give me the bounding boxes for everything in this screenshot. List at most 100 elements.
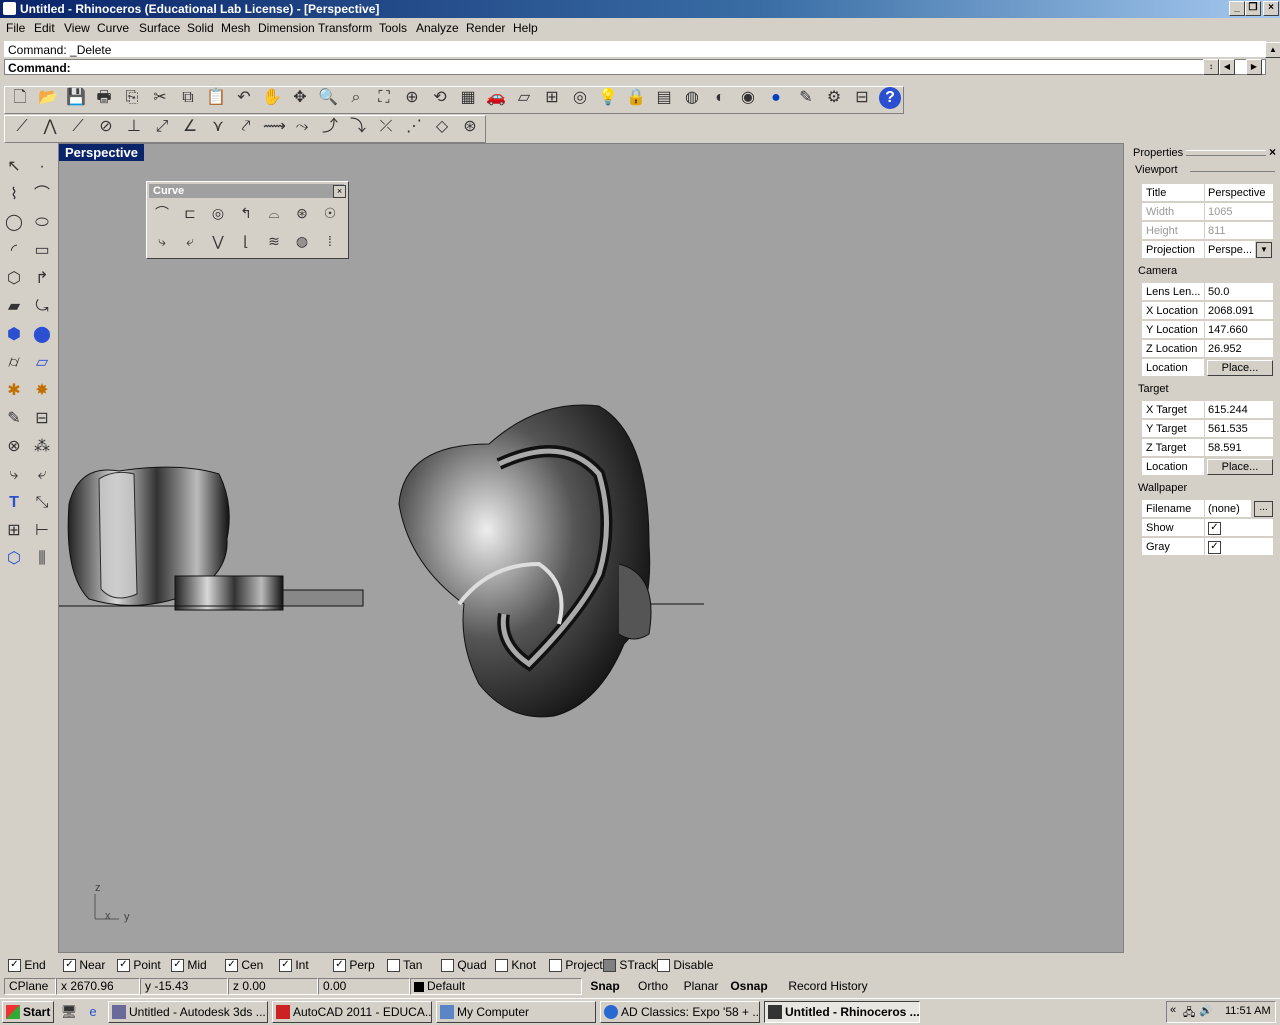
start-button[interactable]: Start	[2, 1001, 54, 1023]
osnap-cen[interactable]: ✓ Cen	[225, 958, 263, 973]
line-cross-icon[interactable]: ⤫	[375, 116, 397, 138]
task-browser[interactable]: AD Classics: Expo '58 + ...	[600, 1001, 760, 1023]
minimize-button[interactable]: _	[1229, 1, 1245, 16]
color-wheel-icon[interactable]: ◍	[681, 87, 703, 109]
prop-xloc-field[interactable]: 2068.091	[1205, 302, 1273, 320]
curve-palette-title[interactable]: Curve	[149, 184, 344, 198]
curve-v-icon[interactable]: ⋁	[207, 230, 229, 252]
plane-mesh-icon[interactable]: ▱	[31, 352, 53, 374]
car-icon[interactable]: 🚗	[485, 87, 507, 109]
line-fit-icon[interactable]: ◇	[431, 116, 453, 138]
extend-line-icon[interactable]: ⟿	[263, 116, 286, 138]
edit-points-icon[interactable]: ⤶	[31, 464, 53, 486]
circle-tangent-icon[interactable]: ⊘	[95, 116, 117, 138]
render-sphere-icon[interactable]: ●	[765, 87, 787, 109]
menu-solid[interactable]: Solid	[187, 21, 214, 35]
left-model[interactable]	[59, 466, 364, 611]
text-tool-icon[interactable]: T	[3, 492, 25, 514]
spin-icon[interactable]: ↕	[1203, 59, 1219, 75]
bisector-icon[interactable]: ⋎	[207, 116, 229, 138]
cylinder-mesh-icon[interactable]: ⌭	[3, 352, 25, 374]
curve-conic-icon[interactable]: ⁞	[319, 230, 341, 252]
ellipse-tool-icon[interactable]: ⬭	[31, 212, 53, 234]
close-panel-icon[interactable]: ×	[1269, 145, 1276, 159]
osnap-point[interactable]: ✓ Point	[117, 958, 161, 973]
menu-surface[interactable]: Surface	[139, 21, 180, 35]
light-bulb-icon[interactable]: 💡	[597, 87, 619, 109]
snap-toggle[interactable]: Snap	[584, 978, 626, 995]
cut-icon[interactable]: ✂	[149, 87, 171, 109]
point-icon[interactable]: ·	[31, 156, 53, 178]
import-icon[interactable]: ⎘	[121, 87, 143, 109]
polygon-tool-icon[interactable]: ⬡	[3, 268, 25, 290]
menu-edit[interactable]: Edit	[34, 21, 55, 35]
layers-icon[interactable]: ▤	[653, 87, 675, 109]
history-next-icon[interactable]: ▶	[1246, 59, 1262, 75]
prop-filename-field[interactable]: (none)	[1205, 500, 1251, 518]
open-icon[interactable]: 📂	[37, 87, 59, 109]
trim-icon[interactable]: ✎	[3, 408, 25, 430]
toolbar-layout-icon[interactable]: ⊟	[851, 87, 873, 109]
volume-icon[interactable]: 🔊	[1199, 1004, 1213, 1017]
show-desktop-icon[interactable]: 🖥	[58, 1001, 80, 1023]
menu-analyze[interactable]: Analyze	[416, 21, 459, 35]
dropdown-arrow-icon[interactable]: ▼	[1256, 242, 1272, 258]
curve-sketch-icon[interactable]: ⌓	[263, 202, 285, 224]
gray-checkbox[interactable]: ✓	[1208, 540, 1221, 554]
object-snap-icon[interactable]: ◎	[569, 87, 591, 109]
network-icon[interactable]: 🖧	[1183, 1004, 1195, 1023]
osnap-near[interactable]: ✓ Near	[63, 958, 105, 973]
menu-render[interactable]: Render	[466, 21, 505, 35]
clock[interactable]: 11:51 AM	[1225, 1005, 1271, 1017]
explode-icon[interactable]: ✸	[31, 380, 53, 402]
task-rhinoceros[interactable]: Untitled - Rhinoceros ...	[764, 1001, 920, 1023]
light-icon[interactable]: ✎	[795, 87, 817, 109]
new-icon[interactable]: 🗋	[9, 87, 31, 109]
tray-expand-icon[interactable]: «	[1170, 1004, 1176, 1016]
cplane-indicator[interactable]: CPlane	[4, 978, 56, 995]
polyline-tool-icon[interactable]: ⌇	[3, 184, 25, 206]
paste-icon[interactable]: 📋	[205, 87, 227, 109]
lock-icon[interactable]: 🔒	[625, 87, 647, 109]
print-icon[interactable]: 🖶	[93, 87, 115, 109]
browse-button[interactable]: ...	[1254, 501, 1273, 517]
panel-grip[interactable]	[1186, 150, 1266, 156]
osnap-mid[interactable]: ✓ Mid	[171, 958, 207, 973]
move-icon[interactable]: ⤡	[31, 492, 53, 514]
curve-closed-icon[interactable]: ◎	[207, 202, 229, 224]
osnap-project[interactable]: Project	[549, 958, 603, 973]
split-icon[interactable]: ⊟	[31, 408, 53, 430]
line-four-points-icon[interactable]: ⋰	[403, 116, 425, 138]
normal-line-icon[interactable]: ⤤	[235, 116, 257, 138]
prop-projection-select[interactable]: Perspe...	[1205, 241, 1255, 259]
curve-cv-icon[interactable]: ⌒	[151, 202, 173, 224]
dimension-icon[interactable]: ⊢	[31, 520, 53, 542]
close-button[interactable]: ×	[1263, 1, 1279, 16]
osnap-strack[interactable]: STrack	[603, 958, 657, 973]
prop-zt-field[interactable]: 58.591	[1205, 439, 1273, 457]
menu-curve[interactable]: Curve	[97, 21, 129, 35]
surface-corner-icon[interactable]: ▰	[3, 296, 25, 318]
curve-interpolate-icon[interactable]: ⊏	[179, 202, 201, 224]
render-settings-icon[interactable]: ✱	[3, 380, 25, 402]
curve-through-points-icon[interactable]: ⤶	[179, 230, 201, 252]
box-icon[interactable]: ⬢	[3, 324, 25, 346]
fillet-curve-icon[interactable]: ↱	[31, 268, 53, 290]
zoom-window-icon[interactable]: ⌕	[345, 87, 367, 109]
close-palette-icon[interactable]: ×	[333, 185, 346, 198]
perspective-viewport[interactable]: Perspective z x y	[58, 143, 1124, 953]
select-icon[interactable]: ↖	[3, 156, 25, 178]
internet-explorer-icon[interactable]: e	[82, 1001, 104, 1023]
undo-view-icon[interactable]: ⟲	[429, 87, 451, 109]
restore-button[interactable]: ❐	[1245, 1, 1261, 16]
tangent-line-icon[interactable]: ⤢	[151, 116, 173, 138]
task-3ds-max[interactable]: Untitled - Autodesk 3ds ...	[108, 1001, 268, 1023]
line-vertical-icon[interactable]: ⤵	[347, 116, 369, 138]
rebuild-icon[interactable]: ⤷	[3, 464, 25, 486]
osnap-perp[interactable]: ✓ Perp	[333, 958, 375, 973]
points-on-icon[interactable]: ⁂	[31, 436, 53, 458]
show-checkbox[interactable]: ✓	[1208, 521, 1221, 535]
circle-tool-icon[interactable]: ◯	[3, 212, 25, 234]
hatch-icon[interactable]: ⫼	[31, 548, 53, 570]
menu-dimension[interactable]: Dimension	[258, 21, 315, 35]
